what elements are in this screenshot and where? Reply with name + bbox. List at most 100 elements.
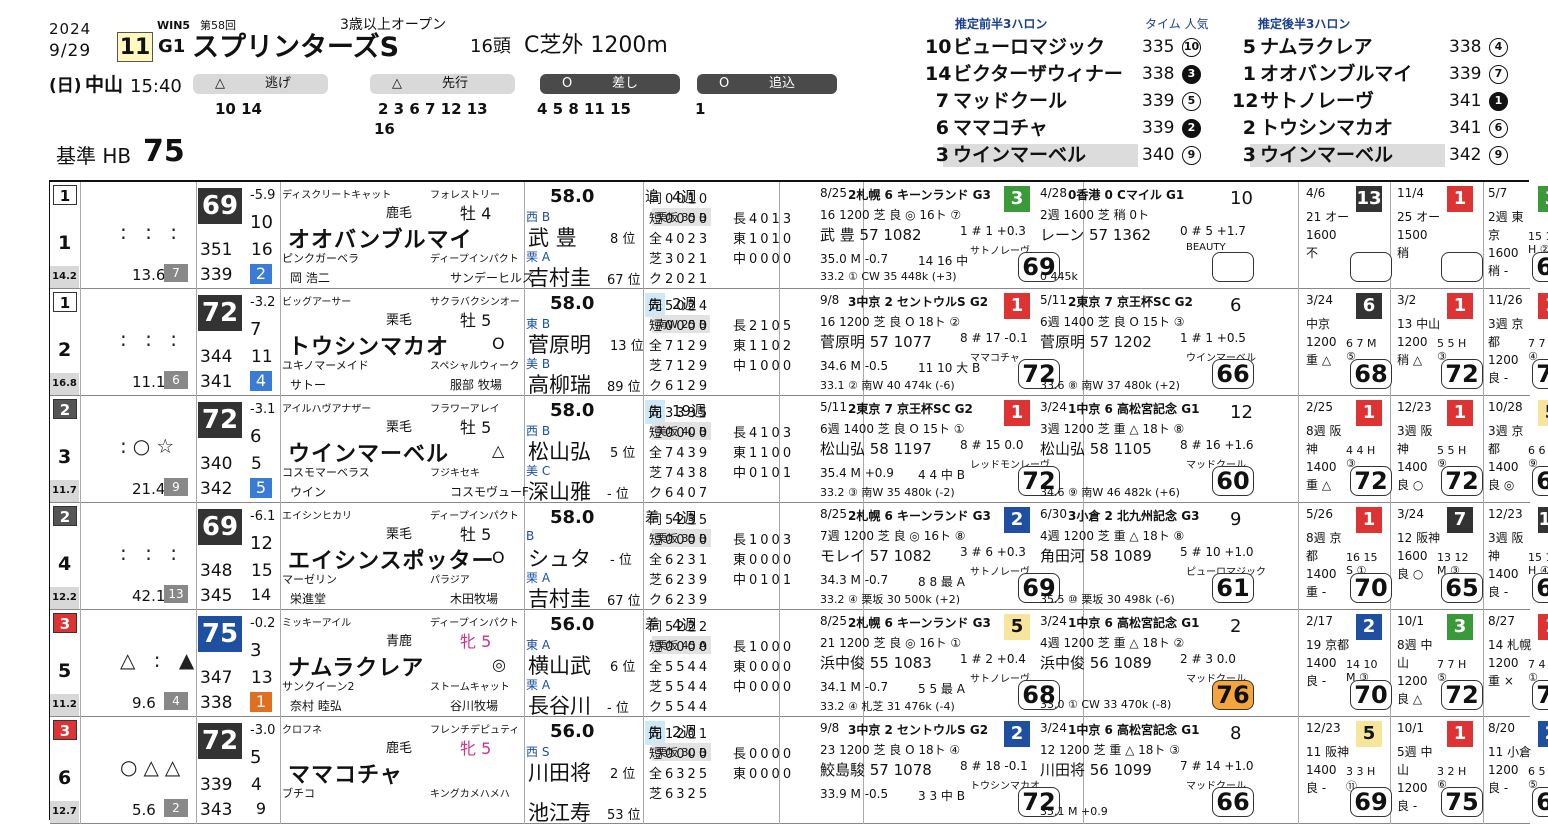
past1-info: 23 1200 芝 良 O 18ト ④ [820, 743, 961, 757]
past2-info: 3週 1200 芝 重 △ 18ト ⑧ [1040, 422, 1185, 436]
past1-position: 5 5 最 A [918, 682, 965, 696]
pace-sashi-numbers: 4 5 8 11 15 [537, 100, 631, 118]
front3f-number: 7 [935, 90, 949, 112]
past1-finish: 1 # 1 +0.3 [960, 224, 1026, 238]
rating-rank: 3 [250, 640, 262, 661]
p5-date: 8/20 [1488, 721, 1515, 735]
p3-place: 13 [1356, 186, 1382, 212]
past1-last: 33.1 ② 南W 40 474k (-6) [820, 379, 955, 392]
horse-row: 1 2 16.8 11.1 6: : :72 -3.2 7 344 11 341 4 ビッグアーサーサ… [50, 289, 1548, 397]
trainer-rank: - 位 [607, 701, 629, 716]
front3f-number: 6 [935, 117, 949, 139]
rear3f-horse: ウインマーベル [1260, 144, 1394, 166]
p5-info: 14 札幌 1200 重 × [1488, 638, 1532, 688]
horse-number: 1 [58, 232, 72, 254]
sire-sire: フレンチデピュティ [430, 725, 520, 736]
pace-senko-numbers-2: 16 [374, 120, 395, 138]
column-divider [643, 396, 644, 503]
past2-place: 8 [1230, 723, 1242, 744]
front3f-popularity: 5 [1182, 92, 1201, 111]
odds: 9.6 [132, 694, 156, 712]
horse-row: 2 4 12.2 42.1 13: : :69 -6.1 12 348 15 345 14 エイシンヒ… [50, 503, 1548, 611]
pace-sashi-symbol: O [562, 76, 573, 91]
dam: ユキノマーメイド [282, 359, 369, 372]
past2-last: 0 445k [1040, 270, 1078, 283]
past2-score: 76 [1212, 680, 1254, 710]
horse-row: 2 3 11.7 21.4 9:○☆ 72 -3.1 6 340 5 342 5 アイルハヴアナザー フラ… [50, 396, 1548, 504]
front-rank: 16 [251, 240, 273, 260]
runner-count: 16頭 [470, 36, 511, 57]
past2-info: 4週 1200 芝 重 △ 18ト ⑧ [1040, 529, 1185, 543]
past2-last: 35.5 ⑩ 栗坂 30 498k (-6) [1040, 593, 1175, 606]
standard-speed: 14.2 [50, 266, 79, 288]
speed-rating: 69 [198, 188, 242, 224]
pace-nige: △ 逃げ [193, 74, 328, 94]
column-divider [80, 182, 81, 289]
owner: サトー [290, 378, 327, 392]
past1-last: 33.2 ④ 札芝 31 476k (-4) [820, 700, 955, 713]
rear3f-horse: トウシンマカオ [1260, 117, 1394, 139]
past2-date: 5/11 [1040, 293, 1067, 307]
own-mark: O [492, 334, 505, 353]
record-s3: 全7129 [649, 339, 711, 354]
past2-date: 3/24 [1040, 400, 1067, 414]
p4-place: 1 [1447, 400, 1473, 426]
front-rank: 11 [251, 347, 273, 367]
column-divider [524, 289, 525, 396]
owner: 奈村 睦弘 [290, 699, 342, 713]
rear3f-popularity: 7 [1489, 65, 1508, 84]
p4-date: 10/1 [1397, 614, 1424, 628]
past2-score: 66 [1212, 359, 1254, 389]
course-distance: C芝外 1200m [524, 33, 668, 58]
p4-date: 12/23 [1397, 400, 1432, 414]
p5-date: 5/7 [1488, 186, 1508, 200]
past1-position: 8 8 最 A [918, 575, 965, 589]
p5-info: 11 小倉 1200 良 - [1488, 745, 1532, 795]
p4-date: 3/24 [1397, 507, 1424, 521]
rear3f-number: 5 [1242, 36, 1256, 58]
rear3f-popularity: 1 [1489, 92, 1508, 111]
front3f-title: 推定前半3ハロン [955, 17, 1048, 31]
past1-place: 2 [1004, 721, 1030, 747]
standard-label: 基準 HB [56, 144, 132, 168]
p4-place: 1 [1447, 186, 1473, 212]
past1-info: 6週 1400 芝 良 O 15ト ① [820, 422, 965, 436]
record-s5: ク6239 [649, 593, 711, 608]
past1-pace: 35.0 M -0.7 [820, 252, 889, 266]
record-t1: 長2105 [733, 319, 795, 334]
past1-last: 33.2 ④ 栗坂 30 500k (+2) [820, 593, 960, 606]
past1-place: 2 [1004, 507, 1030, 533]
front-rank: 15 [251, 561, 273, 581]
trainer: 長谷川 [528, 694, 591, 718]
record-t3: 中0000 [733, 680, 795, 695]
past1-pace: 34.3 M -0.7 [820, 573, 889, 587]
past1-place: 1 [1004, 293, 1030, 319]
record-s1: 同1201 [649, 727, 711, 742]
trainer: 池江寿 [528, 801, 591, 825]
past2-jockey: 川田将 56 1099 [1040, 761, 1152, 779]
p3-place: 1 [1356, 400, 1382, 426]
record-t1: 長4103 [733, 426, 795, 441]
column-divider [80, 289, 81, 396]
front3f-time: 338 [1142, 64, 1175, 84]
past1-last: 33.2 ③ 南W 35 480k (-2) [820, 486, 955, 499]
dam: サンクイーン2 [282, 680, 355, 693]
popularity-badge: 9 [164, 478, 188, 496]
past1-pace: 35.4 M +0.9 [820, 466, 894, 480]
p5-score: 62 [1532, 252, 1548, 282]
past1-jockey: 松山弘 58 1197 [820, 440, 932, 458]
past1-pace: 33.9 M -0.5 [820, 787, 889, 801]
column-divider [524, 610, 525, 717]
race-number: 11 [117, 32, 153, 62]
past2-race: 3小倉 2 北九州記念 G3 [1068, 509, 1200, 523]
carried-weight: 58.0 [550, 186, 595, 207]
p4-info: 8週 中山 1200 良 △ [1397, 638, 1433, 706]
front3f-popularity: 9 [1182, 146, 1201, 165]
p5-score: 69 [1532, 787, 1548, 817]
prediction-marks: : : : [120, 220, 183, 244]
column-divider [1298, 610, 1299, 717]
record-s5: ク5544 [649, 700, 711, 715]
past2-race: 2東京 7 京王杯SC G2 [1068, 295, 1193, 309]
past1-info: 16 1200 芝 良 O 18ト ② [820, 315, 961, 329]
past1-position: 3 3 中 B [918, 789, 965, 803]
